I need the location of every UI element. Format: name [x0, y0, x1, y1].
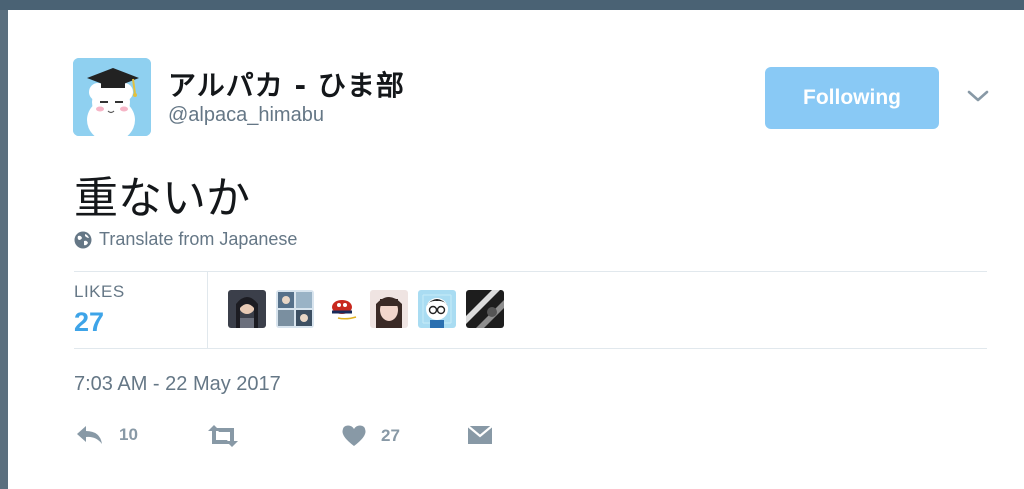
liker-photo-6 [466, 290, 504, 328]
heart-icon [342, 425, 366, 446]
liker-avatar-5[interactable] [418, 290, 456, 328]
following-button[interactable]: Following [765, 67, 939, 129]
liker-photo-5 [418, 290, 456, 328]
likes-count[interactable]: 27 [74, 307, 104, 338]
liker-photo-4 [370, 290, 408, 328]
liker-photo-2 [276, 290, 314, 328]
liker-avatar-2[interactable] [276, 290, 314, 328]
retweet-button[interactable] [205, 424, 255, 448]
liker-photo-1 [228, 290, 266, 328]
translate-label: Translate from Japanese [99, 229, 298, 249]
liker-avatar-3[interactable] [324, 290, 362, 328]
reply-icon [77, 426, 102, 444]
like-button[interactable]: 27 [341, 424, 400, 448]
window-top-strip [0, 0, 1024, 10]
retweet-icon [208, 425, 238, 447]
stats-separator [207, 272, 208, 348]
stats-top-divider [74, 271, 987, 272]
likes-label: LIKES [74, 282, 125, 301]
direct-message-icon [467, 425, 493, 444]
user-avatar[interactable] [73, 58, 151, 136]
window-left-strip [0, 10, 8, 489]
reply-count: 10 [119, 425, 138, 444]
chevron-down-icon[interactable] [966, 88, 990, 104]
liker-avatar-1[interactable] [228, 290, 266, 328]
translate-link[interactable]: Translate from Japanese [74, 229, 297, 250]
tweet-card: アルパカ - ひま部 @alpaca_himabu Following 重ないか… [8, 10, 1024, 489]
alpaca-avatar-icon [73, 58, 151, 136]
like-count: 27 [381, 426, 400, 445]
liker-photo-3 [324, 290, 362, 328]
direct-message-button[interactable] [467, 424, 493, 446]
reply-button[interactable]: 10 [75, 424, 138, 446]
stats-bottom-divider [74, 348, 987, 349]
user-screen-name[interactable]: @alpaca_himabu [168, 104, 324, 127]
tweet-timestamp[interactable]: 7:03 AM - 22 May 2017 [74, 373, 281, 396]
liker-avatar-6[interactable] [466, 290, 504, 328]
liker-avatar-4[interactable] [370, 290, 408, 328]
user-display-name[interactable]: アルパカ - ひま部 [168, 64, 405, 104]
tweet-text: 重ないか [74, 173, 250, 224]
globe-icon [74, 231, 92, 248]
